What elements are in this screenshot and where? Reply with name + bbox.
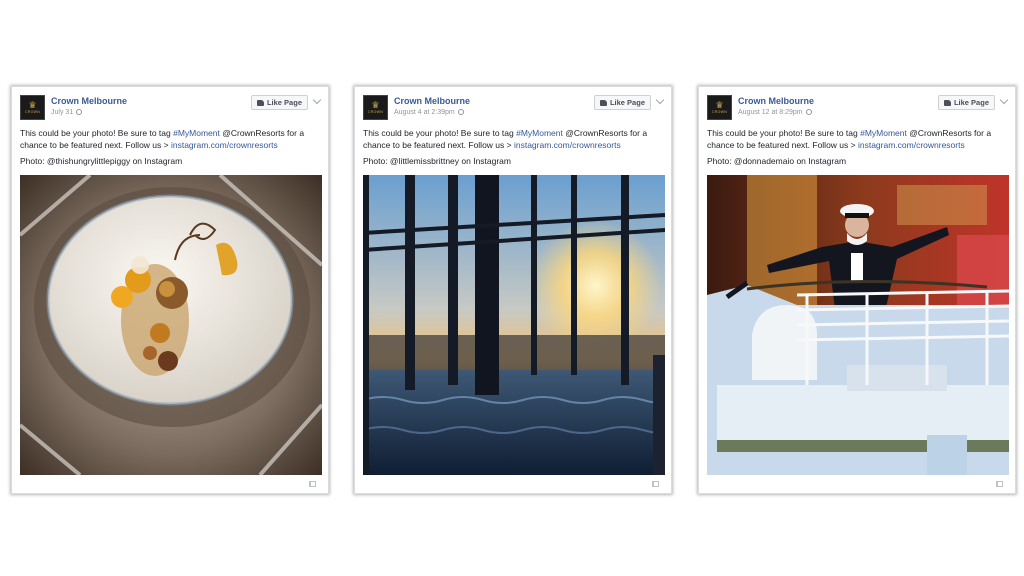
photo-credit: Photo: @thishungrylittlepiggy on Instagr… [20,156,183,166]
page-name-link[interactable]: Crown Melbourne [394,96,470,106]
photo-credit: Photo: @donnademaio on Instagram [707,156,847,166]
crown-logo-icon: ♛ [371,99,380,110]
thumbs-up-icon [943,99,951,106]
post-timestamp[interactable]: July 31 [51,109,83,116]
instagram-link[interactable]: instagram.com/crownresorts [171,140,278,150]
instagram-link[interactable]: instagram.com/crownresorts [514,140,621,150]
flag-icon[interactable] [309,481,316,487]
like-page-button[interactable]: Like Page [937,95,995,110]
globe-icon [457,109,464,115]
hashtag-link[interactable]: #MyMoment [173,128,220,138]
crown-logo-icon: ♛ [715,99,724,110]
flag-icon[interactable] [996,481,1003,487]
post-text: This could be your photo! Be sure to tag… [363,127,663,167]
post-timestamp[interactable]: August 4 at 2:39pm [394,109,464,116]
page-avatar[interactable]: ♛ CROWN [363,95,388,120]
like-page-button[interactable]: Like Page [593,95,651,110]
like-page-button[interactable]: Like Page [250,95,308,110]
facebook-post-3: ♛ CROWN Crown Melbourne August 12 at 8:2… [698,86,1016,494]
post-photo-dessert[interactable] [20,175,322,475]
facebook-post-1: ♛ CROWN Crown Melbourne July 31 Like Pag… [11,86,329,494]
hashtag-link[interactable]: #MyMoment [516,128,563,138]
chevron-down-icon[interactable] [999,95,1009,105]
crown-logo-icon: ♛ [28,99,37,110]
flag-icon[interactable] [652,481,659,487]
post-photo-captain[interactable] [707,175,1009,475]
hashtag-link[interactable]: #MyMoment [860,128,907,138]
instagram-link[interactable]: instagram.com/crownresorts [858,140,965,150]
photo-credit: Photo: @littlemissbrittney on Instagram [363,156,511,166]
facebook-post-2: ♛ CROWN Crown Melbourne August 4 at 2:39… [354,86,672,494]
post-photo-pool[interactable] [363,175,665,475]
logo-wordmark: CROWN [711,109,728,114]
post-text: This could be your photo! Be sure to tag… [20,127,320,167]
chevron-down-icon[interactable] [655,95,665,105]
chevron-down-icon[interactable] [312,95,322,105]
post-header: ♛ CROWN Crown Melbourne August 4 at 2:39… [363,95,665,123]
page-avatar[interactable]: ♛ CROWN [707,95,732,120]
globe-icon [805,109,812,115]
page-name-link[interactable]: Crown Melbourne [51,96,127,106]
thumbs-up-icon [599,99,607,106]
post-text: This could be your photo! Be sure to tag… [707,127,1007,167]
thumbs-up-icon [256,99,264,106]
globe-icon [76,109,83,115]
logo-wordmark: CROWN [367,109,384,114]
post-header: ♛ CROWN Crown Melbourne August 12 at 8:2… [707,95,1009,123]
post-timestamp[interactable]: August 12 at 8:29pm [738,109,812,116]
page-avatar[interactable]: ♛ CROWN [20,95,45,120]
logo-wordmark: CROWN [24,109,41,114]
post-header: ♛ CROWN Crown Melbourne July 31 Like Pag… [20,95,322,123]
page-name-link[interactable]: Crown Melbourne [738,96,814,106]
